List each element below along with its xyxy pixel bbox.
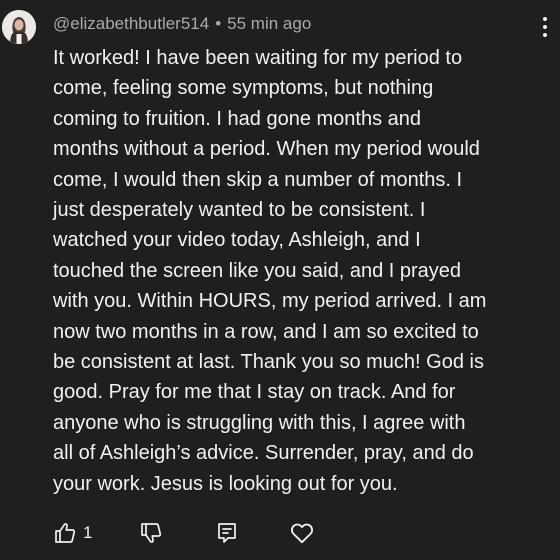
avatar[interactable]: [2, 10, 36, 44]
kebab-dot: [543, 17, 547, 21]
reply-button[interactable]: [215, 516, 239, 550]
thumbs-down-icon: [141, 523, 162, 543]
comment-timestamp: 55 min ago: [227, 14, 312, 33]
author-handle[interactable]: @elizabethbutler514: [53, 14, 209, 34]
kebab-dot: [543, 25, 547, 29]
comment: @elizabethbutler514 • 55 min ago It work…: [0, 0, 560, 560]
kebab-dot: [543, 33, 547, 37]
reply-comment-icon: [218, 523, 236, 543]
heart-button[interactable]: [289, 516, 315, 550]
like-button[interactable]: 1: [53, 516, 92, 550]
comment-text: It worked! I have been waiting for my pe…: [53, 47, 487, 495]
comment-header: @elizabethbutler514 • 55 min ago: [53, 11, 311, 37]
heart-icon: [291, 523, 313, 544]
avatar-image: [2, 10, 36, 44]
more-vertical-icon[interactable]: [538, 14, 552, 40]
separator-dot: •: [215, 14, 222, 33]
dislike-button[interactable]: [139, 516, 163, 550]
comment-actions: 1: [53, 516, 353, 550]
thumbs-up-icon: [55, 523, 76, 543]
like-count: 1: [83, 523, 93, 542]
